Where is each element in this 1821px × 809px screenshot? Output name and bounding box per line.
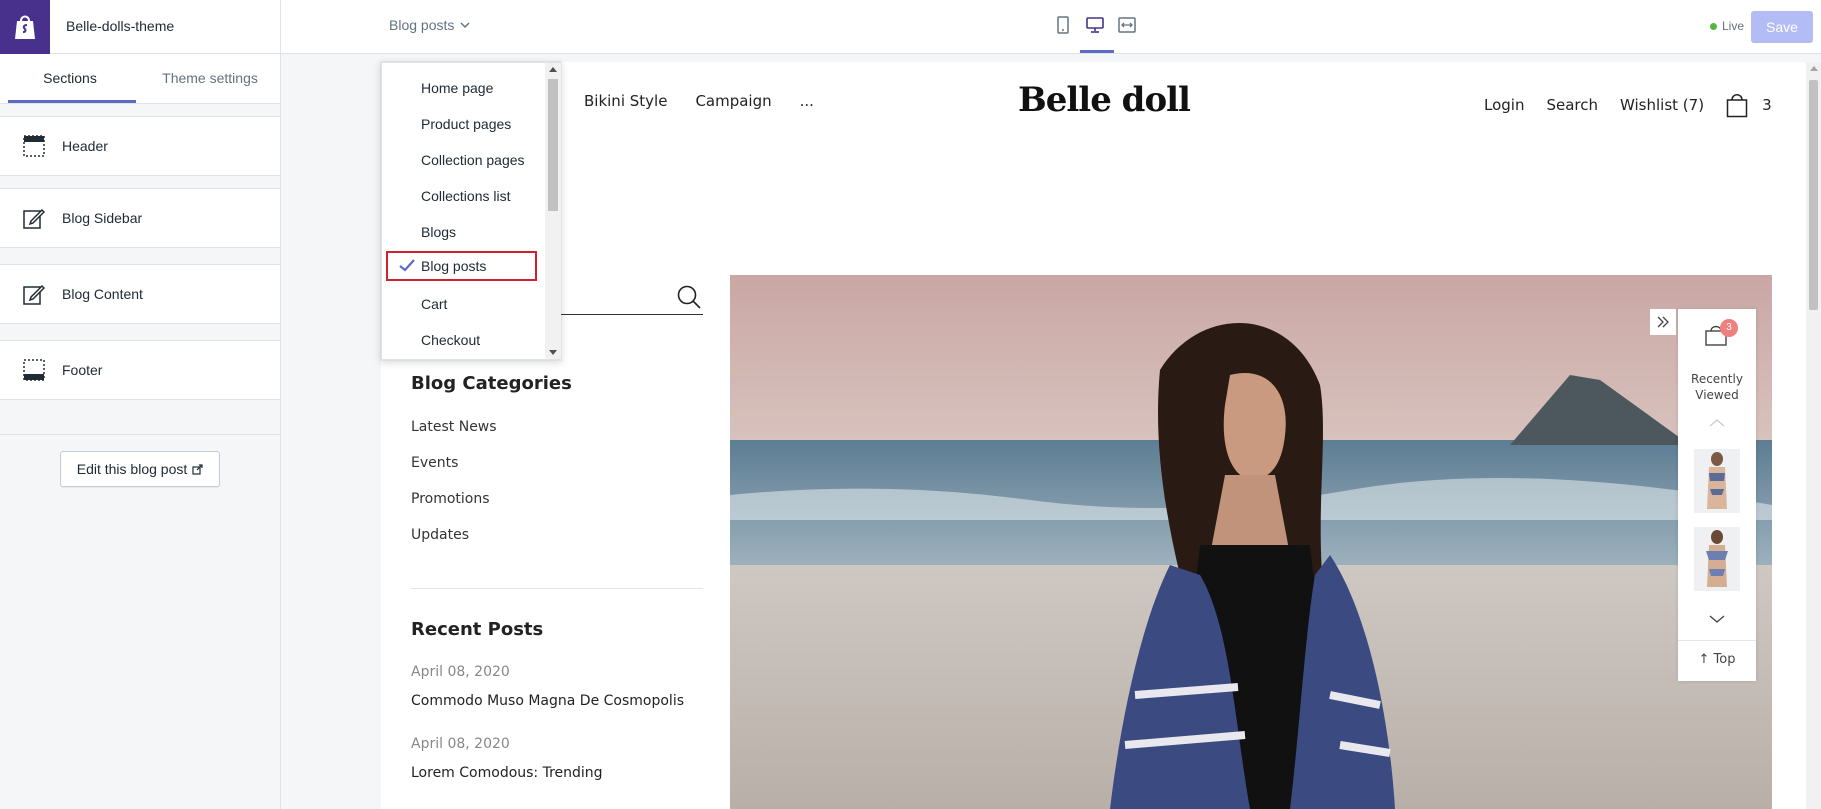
- active-view-indicator: [1080, 50, 1114, 53]
- dropdown-item-collections-list[interactable]: Collections list: [382, 181, 545, 211]
- chevron-up-icon[interactable]: [1709, 418, 1725, 428]
- dropdown-scrollbar[interactable]: [545, 63, 561, 359]
- login-link[interactable]: Login: [1484, 96, 1524, 114]
- chevron-down-icon[interactable]: [1709, 614, 1725, 624]
- recently-viewed-panel: 3 Recently Viewed ↑ Top: [1678, 309, 1756, 681]
- save-button[interactable]: Save: [1751, 11, 1813, 43]
- section-item-label: Blog Content: [62, 286, 143, 302]
- active-tab-indicator: [8, 100, 136, 103]
- recently-viewed-product[interactable]: [1694, 449, 1740, 513]
- mobile-view-icon[interactable]: [1054, 14, 1072, 36]
- scroll-down-arrow-icon[interactable]: [549, 350, 557, 355]
- recently-viewed-title: Recently Viewed: [1678, 371, 1756, 403]
- shopify-logo[interactable]: [0, 0, 50, 54]
- arrow-up-icon: ↑: [1698, 652, 1710, 667]
- category-link[interactable]: Latest News: [411, 419, 497, 435]
- recently-viewed-divider: [1678, 640, 1756, 641]
- post-title-link[interactable]: Lorem Comodous: Trending: [411, 765, 603, 781]
- theme-name: Belle-dolls-theme: [66, 18, 175, 34]
- cart-bag-icon[interactable]: [1726, 92, 1748, 118]
- scroll-up-arrow-icon[interactable]: [549, 67, 557, 72]
- blog-categories-heading: Blog Categories: [411, 373, 572, 394]
- checkmark-icon: [399, 259, 415, 272]
- tab-sections[interactable]: Sections: [0, 54, 140, 103]
- dropdown-item-collection-pages[interactable]: Collection pages: [382, 145, 545, 175]
- post-date: April 08, 2020: [411, 736, 510, 752]
- external-link-icon: [192, 463, 203, 475]
- recently-viewed-title-line: Viewed: [1695, 388, 1739, 402]
- chevron-down-icon: [460, 21, 470, 28]
- edit-blog-post-label: Edit this blog post: [76, 461, 188, 477]
- section-item-blog-sidebar[interactable]: Blog Sidebar: [0, 188, 280, 248]
- post-title-link[interactable]: Commodo Muso Magna De Cosmopolis: [411, 693, 684, 709]
- dropdown-item-blogs[interactable]: Blogs: [382, 217, 545, 247]
- live-label: Live: [1722, 19, 1745, 33]
- blog-sidebar-divider: [411, 588, 703, 589]
- nav-item-campaign[interactable]: Campaign: [695, 92, 771, 110]
- store-logo[interactable]: Belle doll: [1018, 80, 1191, 120]
- category-link[interactable]: Events: [411, 455, 458, 471]
- sections-sidebar: Sections Theme settings Header Blog Side…: [0, 54, 280, 809]
- dropdown-item-product-pages[interactable]: Product pages: [382, 109, 545, 139]
- footer-layout-icon: [22, 358, 46, 382]
- cart-count: 3: [1762, 96, 1772, 114]
- recent-posts-heading: Recent Posts: [411, 619, 544, 640]
- category-link[interactable]: Updates: [411, 527, 469, 543]
- preview-scroll-thumb[interactable]: [1809, 80, 1818, 310]
- edit-icon: [22, 206, 46, 230]
- section-item-label: Blog Sidebar: [62, 210, 143, 226]
- page-type-select[interactable]: Blog posts: [389, 17, 470, 33]
- header-layout-icon: [22, 134, 46, 158]
- sidebar-divider: [0, 434, 280, 435]
- nav-item-more[interactable]: ...: [800, 92, 814, 110]
- recently-viewed-badge: 3: [1720, 319, 1738, 337]
- edit-blog-post-button[interactable]: Edit this blog post: [60, 451, 220, 487]
- search-icon[interactable]: [676, 284, 702, 310]
- blog-hero-image: [730, 275, 1772, 809]
- section-item-label: Header: [62, 138, 108, 154]
- search-link[interactable]: Search: [1546, 96, 1598, 114]
- wishlist-link[interactable]: Wishlist (7): [1620, 96, 1704, 114]
- live-status: Live: [1710, 19, 1744, 33]
- preview-scrollbar[interactable]: [1806, 62, 1821, 809]
- dropdown-item-label: Blog posts: [421, 258, 487, 274]
- tab-theme-settings[interactable]: Theme settings: [140, 54, 280, 103]
- back-to-top-button[interactable]: ↑ Top: [1678, 652, 1756, 667]
- desktop-view-icon[interactable]: [1086, 14, 1104, 36]
- dropdown-item-home-page[interactable]: Home page: [382, 73, 545, 103]
- theme-preview: Bikini Style Campaign ... Belle doll Log…: [381, 62, 1821, 809]
- section-item-label: Footer: [62, 362, 103, 378]
- view-mode-switcher: [1054, 14, 1136, 36]
- store-nav-right: Login Search Wishlist (7) 3: [1484, 92, 1772, 118]
- shopify-bag-icon: [15, 15, 35, 39]
- double-chevron-right-icon: [1657, 316, 1669, 328]
- recently-viewed-product[interactable]: [1694, 527, 1740, 591]
- recently-viewed-toggle[interactable]: [1650, 309, 1676, 335]
- dropdown-scroll-thumb[interactable]: [548, 79, 558, 211]
- section-item-blog-content[interactable]: Blog Content: [0, 264, 280, 324]
- scroll-up-arrow-icon[interactable]: [1810, 66, 1818, 71]
- page-type-select-label: Blog posts: [389, 17, 455, 33]
- section-item-header[interactable]: Header: [0, 116, 280, 176]
- section-item-footer[interactable]: Footer: [0, 340, 280, 400]
- store-nav-left: Bikini Style Campaign ...: [584, 92, 814, 110]
- sidebar-separator: [280, 0, 281, 809]
- fullscreen-view-icon[interactable]: [1118, 14, 1136, 36]
- dropdown-item-blog-posts[interactable]: Blog posts: [386, 251, 537, 281]
- edit-icon: [22, 282, 46, 306]
- live-dot-icon: [1710, 22, 1717, 30]
- post-date: April 08, 2020: [411, 664, 510, 680]
- sidebar-tabs: Sections Theme settings: [0, 54, 280, 104]
- dropdown-item-checkout[interactable]: Checkout: [382, 325, 545, 355]
- page-type-dropdown: Home page Product pages Collection pages…: [381, 62, 561, 360]
- dropdown-item-cart[interactable]: Cart: [382, 289, 545, 319]
- editor-topbar: Belle-dolls-theme Blog posts Live Save: [0, 0, 1821, 54]
- category-link[interactable]: Promotions: [411, 491, 490, 507]
- recently-viewed-title-line: Recently: [1691, 372, 1743, 386]
- nav-item-bikini-style[interactable]: Bikini Style: [584, 92, 667, 110]
- back-to-top-label: Top: [1713, 652, 1736, 667]
